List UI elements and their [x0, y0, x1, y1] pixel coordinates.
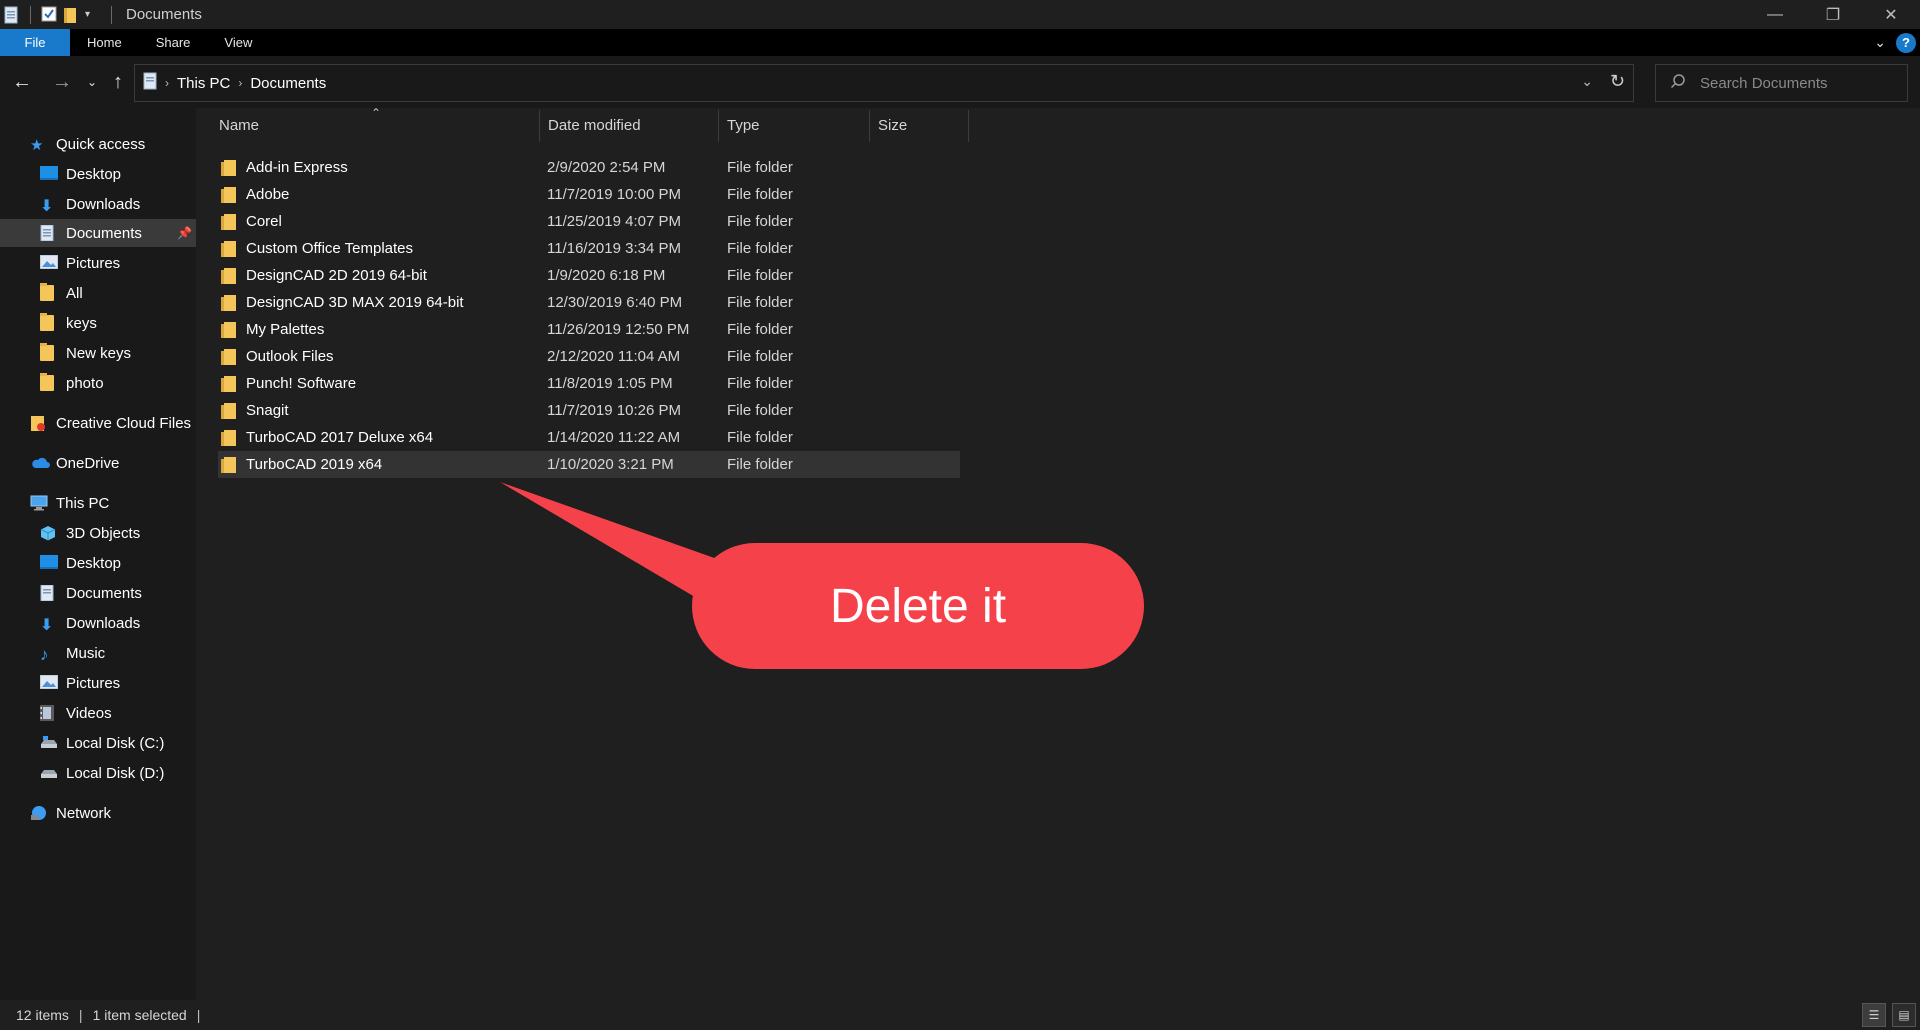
item-count: 12 items [16, 1007, 69, 1023]
callout-text: Delete it [829, 579, 1007, 633]
selection-count: 1 item selected [92, 1007, 187, 1023]
large-icons-view-icon[interactable]: ▤ [1892, 1003, 1916, 1027]
callout-annotation [500, 482, 1144, 669]
view-switcher: ☰ ▤ [1862, 1003, 1916, 1027]
status-bar: 12 items | 1 item selected | ☰ ▤ [0, 1000, 1920, 1030]
callout-pointer [500, 482, 720, 600]
file-explorer-window: ▾ Documents — ❐ ✕ File Home Share View ⌄… [0, 0, 1920, 1030]
status-divider: | [196, 1007, 201, 1023]
status-divider: | [78, 1007, 83, 1023]
details-view-icon[interactable]: ☰ [1862, 1003, 1886, 1027]
